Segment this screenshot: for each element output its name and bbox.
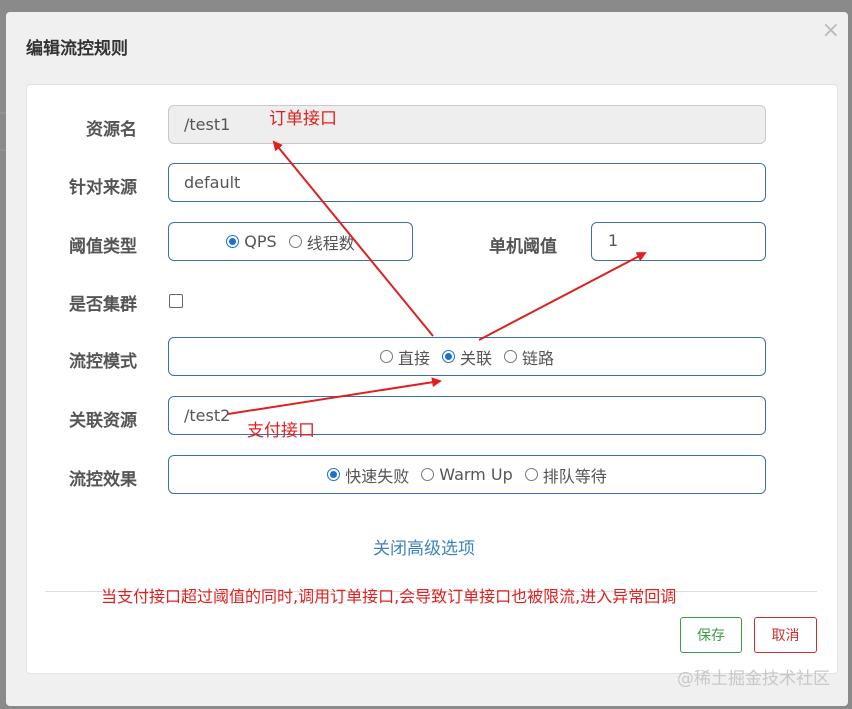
toggle-advanced-link[interactable]: 关闭高级选项 (373, 534, 475, 559)
cluster-mode-label: 是否集群 (69, 295, 137, 315)
radio-queue[interactable]: 排队等待 (524, 463, 607, 487)
dialog-title: 编辑流控规则 (26, 39, 128, 59)
limit-app-value: default (184, 173, 241, 192)
radio-fast-fail-dot[interactable] (327, 468, 341, 481)
annotation-explanation: 当支付接口超过阈值的同时,调用订单接口,会导致订单接口也被限流,进入异常回调 (101, 587, 677, 606)
radio-relate[interactable]: 关联 (441, 345, 492, 369)
radio-queue-label: 排队等待 (542, 466, 607, 486)
radio-qps-label: QPS (244, 232, 277, 251)
radio-chain-dot[interactable] (504, 350, 517, 363)
threshold-value: 1 (608, 231, 619, 250)
radio-queue-dot[interactable] (524, 468, 538, 481)
threshold-label: 单机阈值 (489, 237, 557, 257)
save-button[interactable]: 保存 (680, 617, 742, 653)
cancel-button[interactable]: 取消 (754, 617, 817, 653)
radio-qps[interactable]: QPS (226, 232, 277, 251)
radio-chain[interactable]: 链路 (504, 345, 554, 369)
threshold-type-group: QPS 线程数 (168, 222, 413, 261)
ref-resource-label: 关联资源 (69, 411, 137, 431)
annotation-order-api: 订单接口 (269, 109, 337, 129)
control-behavior-label: 流控效果 (69, 470, 137, 490)
annotation-pay-api: 支付接口 (247, 421, 315, 441)
radio-thread-count-dot[interactable] (288, 235, 302, 248)
radio-qps-dot[interactable] (226, 235, 240, 248)
strategy-label: 流控模式 (69, 352, 137, 372)
strategy-group: 直接 关联 链路 (168, 337, 766, 376)
resource-name-value: /test1 (184, 115, 231, 134)
radio-warm-up[interactable]: Warm Up (421, 465, 513, 484)
limit-app-label: 针对来源 (69, 178, 137, 198)
radio-relate-dot[interactable] (441, 350, 455, 363)
radio-direct-dot[interactable] (379, 350, 393, 363)
radio-fast-fail-label: 快速失败 (345, 466, 410, 486)
threshold-type-label: 阈值类型 (69, 237, 137, 257)
watermark: @稀土掘金技术社区 (677, 669, 830, 689)
control-behavior-group: 快速失败 Warm Up 排队等待 (168, 455, 766, 494)
threshold-input[interactable]: 1 (591, 222, 766, 261)
close-icon[interactable]: × (822, 20, 840, 42)
radio-direct-label: 直接 (397, 348, 430, 368)
limit-app-input[interactable]: default (168, 163, 766, 202)
radio-chain-label: 链路 (522, 348, 555, 368)
radio-relate-label: 关联 (459, 348, 492, 368)
radio-thread-count[interactable]: 线程数 (288, 230, 355, 254)
radio-direct[interactable]: 直接 (379, 345, 430, 369)
resource-name-input: /test1 (168, 105, 766, 144)
cluster-mode-checkbox[interactable] (169, 294, 183, 308)
radio-warm-up-dot[interactable] (421, 468, 435, 481)
radio-thread-count-label: 线程数 (306, 233, 355, 253)
resource-name-label: 资源名 (86, 120, 137, 140)
radio-warm-up-label: Warm Up (439, 465, 513, 484)
ref-resource-value: /test2 (184, 406, 231, 425)
radio-fast-fail[interactable]: 快速失败 (327, 463, 409, 487)
